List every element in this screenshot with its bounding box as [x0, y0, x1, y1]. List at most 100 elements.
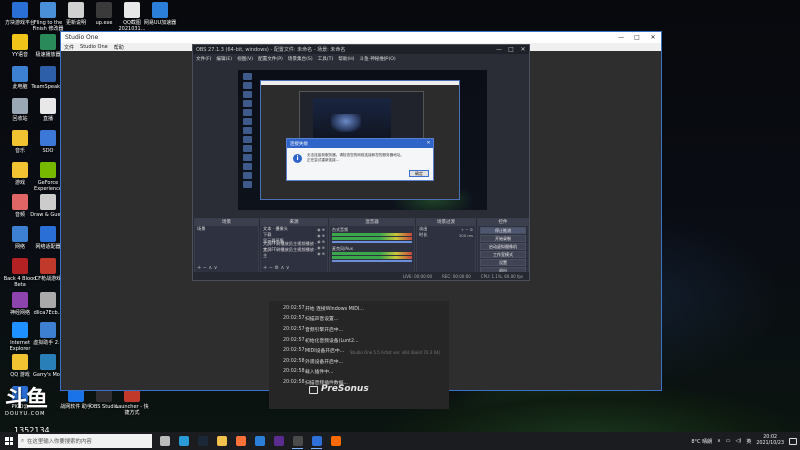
volume-slider[interactable] — [332, 241, 412, 243]
taskbar-app-obs[interactable] — [289, 433, 306, 449]
sources-dock-toolbar[interactable]: + − ⚙ ∧ ∨ — [263, 265, 290, 271]
dialog-titlebar: 连接失败 ✕ — [287, 139, 433, 148]
menu-studio-one[interactable]: Studio One — [80, 44, 108, 50]
close-icon[interactable]: ✕ — [424, 141, 433, 146]
obs-titlebar[interactable]: OBS 27.1.3 (64-bit, windows) - 配置文件: 未命名… — [193, 45, 529, 54]
presonus-logo-icon — [309, 386, 318, 394]
obs-menu-item[interactable]: 视图(V) — [237, 56, 253, 62]
notification-icon[interactable] — [789, 437, 797, 445]
weather-status[interactable]: 8°C 晴朗 — [691, 438, 712, 445]
mixer-dock: 混音器 台式音频 麦克风/Aux — [329, 218, 415, 273]
log-row: 20:02:58 外观设备开启中... — [269, 356, 449, 367]
desktop-icon-label: 网易UU加速器 — [143, 20, 177, 26]
visibility-lock-icon[interactable]: ◉ ⊕ — [317, 239, 325, 244]
studio-one-titlebar[interactable]: Studio One — □ ✕ — [61, 32, 661, 43]
app-icon — [124, 2, 140, 18]
maximize-icon[interactable]: □ — [505, 46, 517, 53]
app-icon — [12, 66, 28, 82]
log-time: 20:02:58 — [283, 369, 305, 375]
mixer-track[interactable]: 台式音频 — [330, 226, 414, 245]
app-icon — [40, 292, 56, 308]
taskbar-app-visual-studio[interactable] — [270, 433, 287, 449]
visibility-lock-icon[interactable]: ◉ ⊕ — [317, 233, 325, 238]
app-icon — [40, 226, 56, 242]
obs-statusbar: LIVE: 00:00:00 REC: 00:00:00 CPU: 1.1%, … — [193, 272, 529, 280]
clock[interactable]: 20:02 2021/10/23 — [756, 435, 784, 447]
close-icon[interactable]: ✕ — [645, 34, 661, 41]
taskbar-app-douyu[interactable] — [327, 433, 344, 449]
log-time: 20:02:57 — [283, 316, 305, 322]
transition-duration[interactable]: 时长 300 ms — [417, 232, 475, 238]
obs-menu-item[interactable]: 文件(F) — [196, 56, 211, 62]
search-placeholder: 在这里输入你要搜索的内容 — [27, 439, 92, 445]
taskbar-app-task-view[interactable] — [156, 433, 173, 449]
scene-item[interactable]: 场景 — [195, 226, 258, 232]
log-text: 音频引擎开启中... — [305, 327, 344, 333]
log-text: MIDI设备开启中... — [305, 349, 345, 355]
ime-icon[interactable]: 英 — [746, 438, 751, 445]
obs-menu-item[interactable]: 帮助(H) — [338, 56, 354, 62]
taskbar-app-qq[interactable] — [251, 433, 268, 449]
network-icon[interactable]: ▭ — [726, 438, 731, 444]
volume-slider[interactable] — [332, 260, 412, 262]
app-icon — [12, 130, 28, 146]
audio-meter — [332, 252, 412, 255]
taskbar-app-firefox[interactable] — [232, 433, 249, 449]
dialog-message: 无法连接到服务器。请检查您的网络连接和您的服务器地址。 正在尝试重新连接... — [307, 153, 405, 162]
menu-file[interactable]: 文件 — [64, 44, 74, 51]
search-icon: ⌕ — [21, 437, 25, 444]
app-icon — [12, 162, 28, 178]
studio-one-splash: 20:02:57 开始 连接Windows MIDI... 20:02:57 扫描声音… — [269, 301, 449, 409]
visibility-lock-icon[interactable]: ◉ ⊕ — [317, 245, 325, 250]
obs-menu-item[interactable]: 编辑(E) — [216, 56, 232, 62]
app-icon — [40, 258, 56, 274]
task-view-icon — [159, 436, 170, 446]
mixer-track[interactable]: 麦克风/Aux — [330, 245, 414, 264]
control-button[interactable]: 工作室模式 — [480, 251, 526, 258]
desktop-icon[interactable]: 网易UU加速器 — [142, 2, 178, 26]
maximize-icon[interactable]: □ — [629, 34, 645, 41]
obs-menu-item[interactable]: 配置文件(P) — [258, 56, 283, 62]
minimize-icon[interactable]: — — [493, 46, 505, 53]
app-icon — [40, 2, 56, 18]
obs-menu-item[interactable]: 场景集合(S) — [288, 56, 313, 62]
log-time: 20:02:57 — [283, 337, 305, 343]
taskbar-app-studio-one[interactable] — [308, 433, 325, 449]
douyu-icon — [330, 436, 341, 446]
app-icon — [12, 34, 28, 50]
app-icon — [40, 130, 56, 146]
close-icon[interactable]: ✕ — [517, 46, 529, 53]
transitions-dock: 场景过渡 淡出 + − ⚙ 时长 300 ms — [416, 218, 476, 273]
ok-button[interactable]: 确定 — [409, 170, 429, 177]
visibility-lock-icon[interactable]: ◉ ⊕ — [317, 227, 325, 232]
app-icon — [40, 194, 56, 210]
control-button[interactable]: 启动虚拟摄像机 — [480, 243, 526, 250]
scenes-dock-toolbar[interactable]: + − ∧ ∨ — [197, 265, 217, 271]
control-button[interactable]: 设置 — [480, 259, 526, 266]
app-icon — [40, 354, 56, 370]
taskbar-app-file-explorer[interactable] — [213, 433, 230, 449]
audio-meter — [332, 233, 412, 236]
source-item[interactable]: 大屏FF刷播放员主视频播放 · 主 ◉ ⊕ — [261, 247, 327, 258]
file-explorer-icon — [216, 436, 227, 446]
control-button[interactable]: 开始录制 — [480, 235, 526, 242]
start-button[interactable] — [0, 432, 18, 450]
taskbar-app-steam[interactable] — [194, 433, 211, 449]
obs-menu-item[interactable]: 斗鱼·神秘维护(O) — [359, 56, 395, 62]
menu-help[interactable]: 帮助 — [114, 44, 124, 51]
visibility-lock-icon[interactable]: ◉ ⊕ — [317, 251, 325, 256]
sources-dock: 来源 文本 · 摄像头 ◉ ⊕ 下载 ◉ ⊕ 显示器采集 ◉ ⊕ 大屏FF刷播放员主视频播放… — [260, 218, 328, 273]
control-button[interactable]: 停止推流 — [480, 227, 526, 234]
studio-one-icon — [311, 436, 322, 446]
taskbar-search[interactable]: ⌕ 在这里输入你要搜索的内容 — [18, 434, 152, 448]
app-icon — [40, 66, 56, 82]
taskbar-app-edge[interactable] — [175, 433, 192, 449]
log-text: 初始化音频设备(Lunt2... — [305, 338, 359, 344]
visual-studio-icon — [273, 436, 284, 446]
obs-menu-item[interactable]: 工具(T) — [318, 56, 334, 62]
tray-arrow-icon[interactable]: ∧ — [717, 438, 721, 444]
sources-dock-title: 来源 — [261, 219, 327, 226]
volume-icon[interactable]: ◁) — [736, 438, 742, 444]
app-icon — [12, 354, 28, 370]
minimize-icon[interactable]: — — [613, 34, 629, 41]
